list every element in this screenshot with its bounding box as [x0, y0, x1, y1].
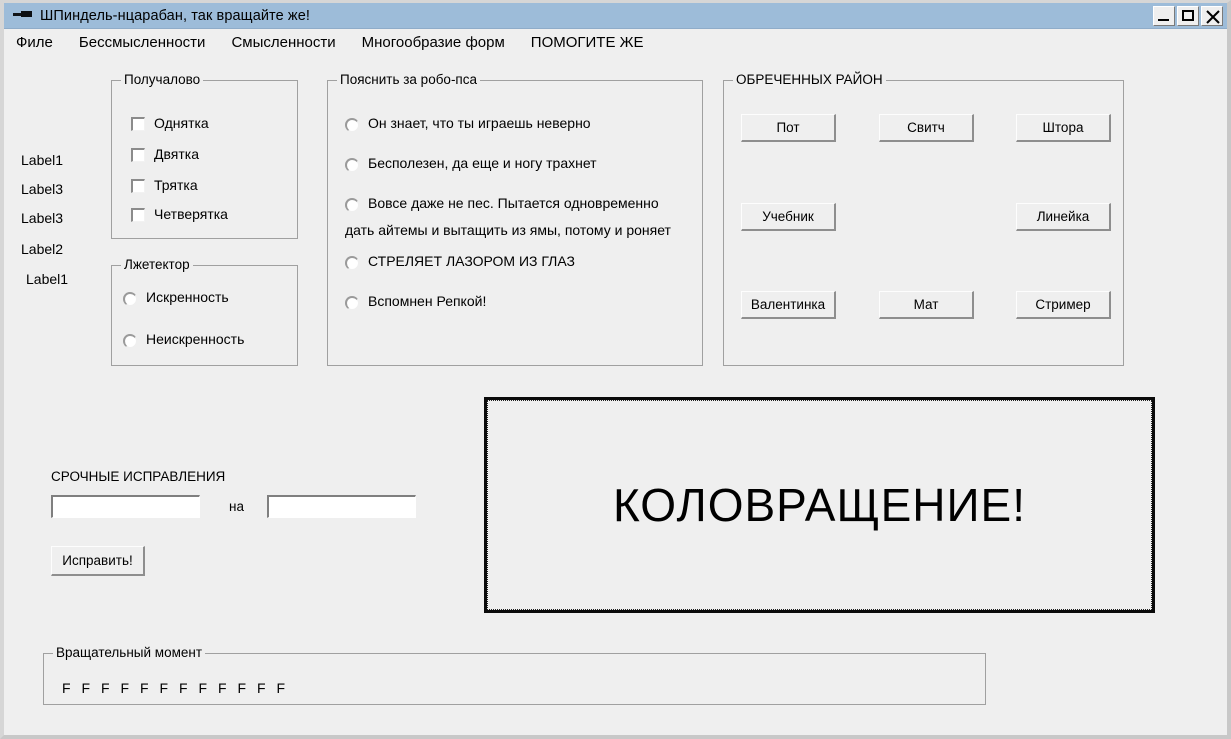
groupbox-obrechennyh-title: ОБРЕЧЕННЫХ РАЙОН [733, 72, 886, 87]
maximize-icon [1182, 10, 1194, 21]
radio-row-option-1[interactable]: Он знает, что ты играешь неверно [345, 115, 591, 132]
torque-item: F [237, 680, 247, 696]
groupbox-robopes: Пояснить за робо-пса Он знает, что ты иг… [327, 72, 703, 366]
radio-label: Он знает, что ты играешь неверно [368, 115, 591, 131]
side-label-1: Label1 [21, 152, 64, 168]
close-button[interactable] [1201, 6, 1223, 26]
checkbox-icon[interactable] [131, 148, 145, 162]
torque-item: F [120, 680, 130, 696]
torque-item: F [140, 680, 149, 696]
radio-label: Бесполезен, да еще и ногу трахнет [368, 155, 597, 171]
checkbox-icon[interactable] [131, 179, 145, 193]
button-pot[interactable]: Пот [741, 114, 836, 142]
torque-item: F [62, 680, 71, 696]
corrections-separator-label: на [229, 499, 244, 514]
menu-item-form-variety[interactable]: Многообразие форм [362, 34, 505, 51]
radio-label: СТРЕЛЯЕТ ЛАЗОРОМ ИЗ ГЛАЗ [368, 253, 576, 269]
rotation-display-text: КОЛОВРАЩЕНИЕ! [612, 479, 1027, 531]
button-mat[interactable]: Мат [879, 291, 974, 319]
side-label-3: Label3 [21, 210, 64, 226]
torque-value-row: F F F F F F F F F F F F [62, 680, 296, 696]
side-label-4: Label2 [21, 241, 64, 257]
checkbox-icon[interactable] [131, 208, 145, 222]
window-title: ШПиндель-нцарабан, так вращайте же! [40, 7, 311, 24]
correction-to-input[interactable] [267, 495, 416, 518]
minimize-button[interactable] [1153, 6, 1175, 26]
radio-label: Вспомнен Репкой! [368, 293, 487, 309]
torque-item: F [257, 680, 266, 696]
torque-item: F [218, 680, 227, 696]
radio-icon[interactable] [345, 118, 359, 132]
torque-item: F [159, 680, 169, 696]
rotation-display-inner: КОЛОВРАЩЕНИЕ! [487, 400, 1152, 610]
close-icon [1206, 10, 1220, 24]
button-strimer[interactable]: Стример [1016, 291, 1111, 319]
groupbox-torque: Вращательный момент F F F F F F F F F F … [43, 645, 986, 705]
groupbox-lzhetektor-title: Лжетектор [121, 257, 193, 272]
menu-bar: Филе Бессмысленности Смысленности Многоо… [4, 30, 1227, 54]
groupbox-poluchalovo-title: Получалово [121, 72, 204, 87]
menu-item-nonsense[interactable]: Бессмысленности [79, 34, 206, 51]
radio-row-option-2[interactable]: Бесполезен, да еще и ногу трахнет [345, 155, 597, 172]
checkbox-label: Четверятка [154, 206, 228, 222]
radio-label: Неискренность [146, 331, 245, 347]
torque-item: F [101, 680, 110, 696]
radio-icon[interactable] [345, 158, 359, 172]
torque-item: F [198, 680, 208, 696]
button-uchebnik[interactable]: Учебник [741, 203, 836, 231]
menu-item-sense[interactable]: Смысленности [231, 34, 335, 51]
checkbox-label: Трятка [154, 177, 198, 193]
correction-from-input[interactable] [51, 495, 200, 518]
minimize-icon [1158, 19, 1169, 21]
checkbox-row-tryatka[interactable]: Трятка [131, 177, 198, 194]
maximize-button[interactable] [1177, 6, 1199, 26]
groupbox-lzhetektor: Лжетектор Искренность Неискренность [111, 257, 298, 366]
button-shtora[interactable]: Штора [1016, 114, 1111, 142]
radio-row-neiskrennost[interactable]: Неискренность [123, 331, 244, 348]
rotation-display-panel: КОЛОВРАЩЕНИЕ! [484, 397, 1155, 613]
checkbox-icon[interactable] [131, 117, 145, 131]
apply-correction-button[interactable]: Исправить! [51, 546, 145, 576]
radio-row-iskrennost[interactable]: Искренность [123, 289, 229, 306]
torque-item: F [179, 680, 188, 696]
menu-item-file[interactable]: Филе [16, 34, 53, 51]
radio-row-option-4[interactable]: СТРЕЛЯЕТ ЛАЗОРОМ ИЗ ГЛАЗ [345, 253, 575, 270]
side-label-2: Label3 [21, 181, 64, 197]
button-lineyka[interactable]: Линейка [1016, 203, 1111, 231]
checkbox-row-dvyatka[interactable]: Двятка [131, 146, 199, 163]
checkbox-label: Однятка [154, 115, 209, 131]
groupbox-torque-title: Вращательный момент [53, 645, 206, 660]
side-label-5: Label1 [26, 271, 69, 287]
radio-option-3-wrapped-line: дать айтемы и вытащить из ямы, потому и … [345, 222, 671, 238]
radio-label: Искренность [146, 289, 229, 305]
checkbox-row-chetveryatka[interactable]: Четверятка [131, 206, 228, 223]
groupbox-obrechennyh-rayon: ОБРЕЧЕННЫХ РАЙОН Пот Свитч Штора Учебник… [723, 72, 1124, 366]
radio-icon[interactable] [123, 292, 137, 306]
radio-icon[interactable] [345, 198, 359, 212]
checkbox-label: Двятка [154, 146, 199, 162]
application-window: ШПиндель-нцарабан, так вращайте же! Филе… [0, 0, 1231, 739]
torque-item: F [276, 680, 286, 696]
button-svitch[interactable]: Свитч [879, 114, 974, 142]
radio-icon[interactable] [123, 334, 137, 348]
groupbox-poluchalovo: Получалово Однятка Двятка Трятка Четверя… [111, 72, 298, 239]
checkbox-row-odnyatka[interactable]: Однятка [131, 115, 209, 132]
radio-row-option-5[interactable]: Вспомнен Репкой! [345, 293, 486, 310]
spindle-icon [12, 8, 34, 24]
button-valentinka[interactable]: Валентинка [741, 291, 836, 319]
radio-row-option-3[interactable]: Вовсе даже не пес. Пытается одновременно [345, 195, 659, 212]
title-bar[interactable]: ШПиндель-нцарабан, так вращайте же! [4, 3, 1227, 29]
corrections-caption: СРОЧНЫЕ ИСПРАВЛЕНИЯ [51, 469, 226, 484]
window-controls [1153, 6, 1223, 26]
groupbox-robopes-title: Пояснить за робо-пса [337, 72, 481, 87]
radio-icon[interactable] [345, 296, 359, 310]
radio-label: Вовсе даже не пес. Пытается одновременно [368, 195, 659, 211]
menu-item-help[interactable]: ПОМОГИТЕ ЖЕ [531, 34, 644, 51]
radio-icon[interactable] [345, 256, 359, 270]
torque-item: F [81, 680, 91, 696]
